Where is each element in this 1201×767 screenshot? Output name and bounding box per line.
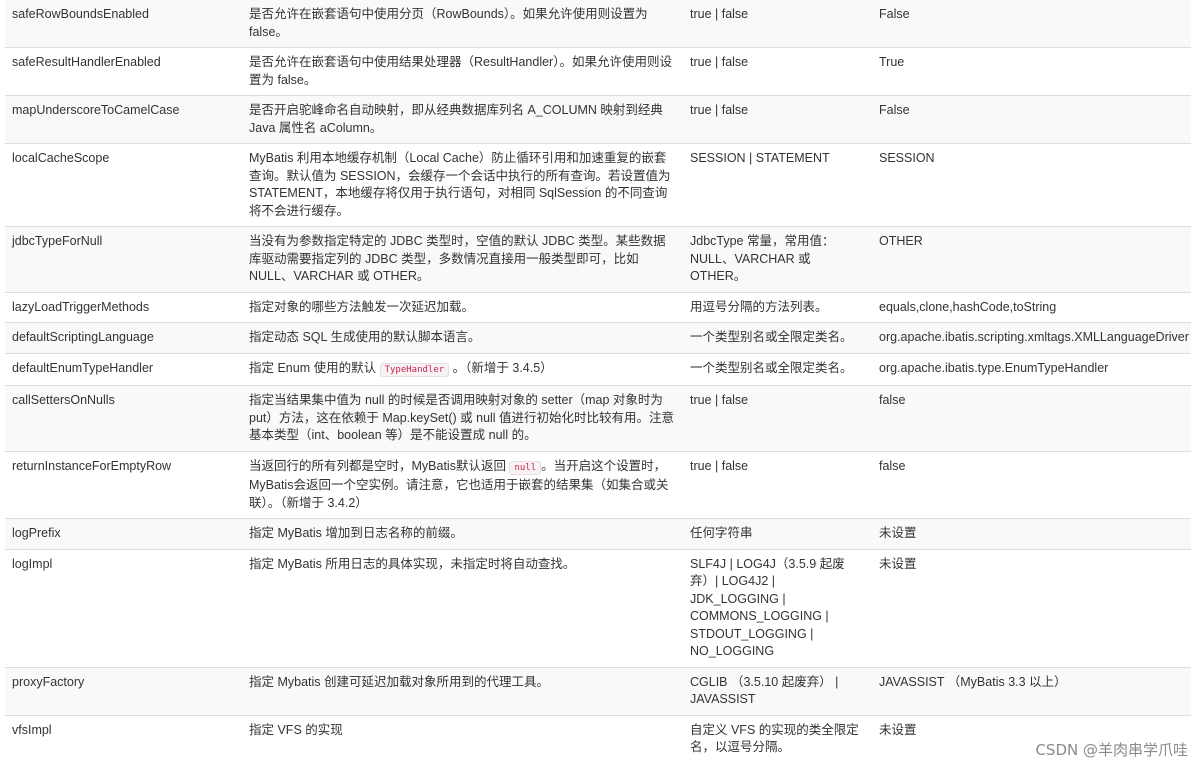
- table-row: defaultEnumTypeHandler 指定 Enum 使用的默认 Typ…: [5, 352, 1191, 386]
- table-row: returnInstanceForEmptyRow 当返回行的所有列都是空时，M…: [5, 450, 1191, 519]
- table-row: vfsImpl 指定 VFS 的实现 自定义 VFS 的实现的类全限定名，以逗号…: [5, 714, 1191, 763]
- table-row: jdbcTypeForNull 当没有为参数指定特定的 JDBC 类型时，空值的…: [5, 226, 1191, 292]
- description-text: 指定 Enum 使用的默认: [249, 360, 380, 375]
- setting-name: localCacheScope: [5, 143, 242, 227]
- inline-code: TypeHandler: [379, 362, 450, 377]
- setting-description: 指定 Mybatis 创建可延迟加载对象所用到的代理工具。: [242, 666, 683, 715]
- setting-description: 指定 MyBatis 所用日志的具体实现，未指定时将自动查找。: [242, 548, 683, 667]
- table-row: localCacheScope MyBatis 利用本地缓存机制（Local C…: [5, 143, 1191, 227]
- table-row: logPrefix 指定 MyBatis 增加到日志名称的前缀。 任何字符串 未…: [5, 518, 1191, 549]
- setting-name: logPrefix: [5, 518, 242, 549]
- setting-default: False: [872, 0, 1191, 48]
- setting-description: 当返回行的所有列都是空时，MyBatis默认返回 null 。当开启这个设置时，M…: [242, 450, 683, 519]
- inline-code: null: [509, 460, 542, 475]
- setting-values: CGLIB （3.5.10 起废弃） | JAVASSIST: [683, 666, 872, 715]
- table-row: logImpl 指定 MyBatis 所用日志的具体实现，未指定时将自动查找。 …: [5, 548, 1191, 667]
- setting-default: org.apache.ibatis.scripting.xmltags.XMLL…: [872, 322, 1191, 353]
- table-row: defaultScriptingLanguage 指定动态 SQL 生成使用的默…: [5, 322, 1191, 353]
- settings-table: safeRowBoundsEnabled 是否允许在嵌套语句中使用分页（RowB…: [5, 0, 1191, 763]
- setting-description: 指定 MyBatis 增加到日志名称的前缀。: [242, 518, 683, 549]
- description-text: 当返回行的所有列都是空时，MyBatis默认返回: [249, 458, 510, 473]
- setting-default: 未设置: [872, 518, 1191, 549]
- setting-default: org.apache.ibatis.type.EnumTypeHandler: [872, 352, 1191, 386]
- setting-default: True: [872, 47, 1191, 96]
- setting-description: 是否开启驼峰命名自动映射，即从经典数据库列名 A_COLUMN 映射到经典 Ja…: [242, 95, 683, 144]
- setting-description: 指定当结果集中值为 null 的时候是否调用映射对象的 setter（map 对…: [242, 385, 683, 451]
- setting-description: 指定对象的哪些方法触发一次延迟加载。: [242, 291, 683, 323]
- setting-values: 用逗号分隔的方法列表。: [683, 291, 872, 323]
- setting-description: 指定 Enum 使用的默认 TypeHandler 。（新增于 3.4.5）: [242, 352, 683, 386]
- setting-values: 一个类型别名或全限定类名。: [683, 352, 872, 386]
- setting-values: 自定义 VFS 的实现的类全限定名，以逗号分隔。: [683, 714, 872, 763]
- setting-default: OTHER: [872, 226, 1191, 292]
- setting-description: 是否允许在嵌套语句中使用分页（RowBounds）。如果允许使用则设置为 fal…: [242, 0, 683, 48]
- setting-default: equals,clone,hashCode,toString: [872, 291, 1191, 323]
- setting-default: 未设置: [872, 548, 1191, 667]
- setting-values: true | false: [683, 95, 872, 144]
- setting-description: 当没有为参数指定特定的 JDBC 类型时，空值的默认 JDBC 类型。某些数据库…: [242, 226, 683, 292]
- table-row: safeResultHandlerEnabled 是否允许在嵌套语句中使用结果处…: [5, 47, 1191, 96]
- setting-name: jdbcTypeForNull: [5, 226, 242, 292]
- setting-values: true | false: [683, 450, 872, 519]
- setting-name: proxyFactory: [5, 666, 242, 715]
- setting-default: JAVASSIST （MyBatis 3.3 以上）: [872, 666, 1191, 715]
- table-row: proxyFactory 指定 Mybatis 创建可延迟加载对象所用到的代理工…: [5, 666, 1191, 715]
- table-row: safeRowBoundsEnabled 是否允许在嵌套语句中使用分页（RowB…: [5, 0, 1191, 48]
- table-row: mapUnderscoreToCamelCase 是否开启驼峰命名自动映射，即从…: [5, 95, 1191, 144]
- setting-default: SESSION: [872, 143, 1191, 227]
- setting-values: true | false: [683, 47, 872, 96]
- setting-description: 是否允许在嵌套语句中使用结果处理器（ResultHandler）。如果允许使用则…: [242, 47, 683, 96]
- setting-default: false: [872, 385, 1191, 451]
- setting-name: callSettersOnNulls: [5, 385, 242, 451]
- watermark: CSDN @羊肉串学爪哇: [1035, 741, 1188, 759]
- setting-name: mapUnderscoreToCamelCase: [5, 95, 242, 144]
- setting-name: returnInstanceForEmptyRow: [5, 450, 242, 519]
- setting-name: safeResultHandlerEnabled: [5, 47, 242, 96]
- setting-description: 指定动态 SQL 生成使用的默认脚本语言。: [242, 322, 683, 353]
- setting-name: safeRowBoundsEnabled: [5, 0, 242, 48]
- setting-values: 一个类型别名或全限定类名。: [683, 322, 872, 353]
- description-text: 。（新增于 3.4.5）: [449, 360, 553, 375]
- setting-name: logImpl: [5, 548, 242, 667]
- table-row: callSettersOnNulls 指定当结果集中值为 null 的时候是否调…: [5, 385, 1191, 451]
- setting-name: vfsImpl: [5, 714, 242, 763]
- setting-values: SESSION | STATEMENT: [683, 143, 872, 227]
- setting-description: MyBatis 利用本地缓存机制（Local Cache）防止循环引用和加速重复…: [242, 143, 683, 227]
- setting-default: False: [872, 95, 1191, 144]
- setting-description: 指定 VFS 的实现: [242, 714, 683, 763]
- setting-name: lazyLoadTriggerMethods: [5, 291, 242, 323]
- setting-default: false: [872, 450, 1191, 519]
- setting-values: SLF4J | LOG4J（3.5.9 起废弃）| LOG4J2 | JDK_L…: [683, 548, 872, 667]
- setting-values: true | false: [683, 385, 872, 451]
- setting-name: defaultScriptingLanguage: [5, 322, 242, 353]
- setting-values: 任何字符串: [683, 518, 872, 549]
- setting-name: defaultEnumTypeHandler: [5, 352, 242, 386]
- table-row: lazyLoadTriggerMethods 指定对象的哪些方法触发一次延迟加载…: [5, 291, 1191, 323]
- setting-values: JdbcType 常量，常用值：NULL、VARCHAR 或 OTHER。: [683, 226, 872, 292]
- setting-values: true | false: [683, 0, 872, 48]
